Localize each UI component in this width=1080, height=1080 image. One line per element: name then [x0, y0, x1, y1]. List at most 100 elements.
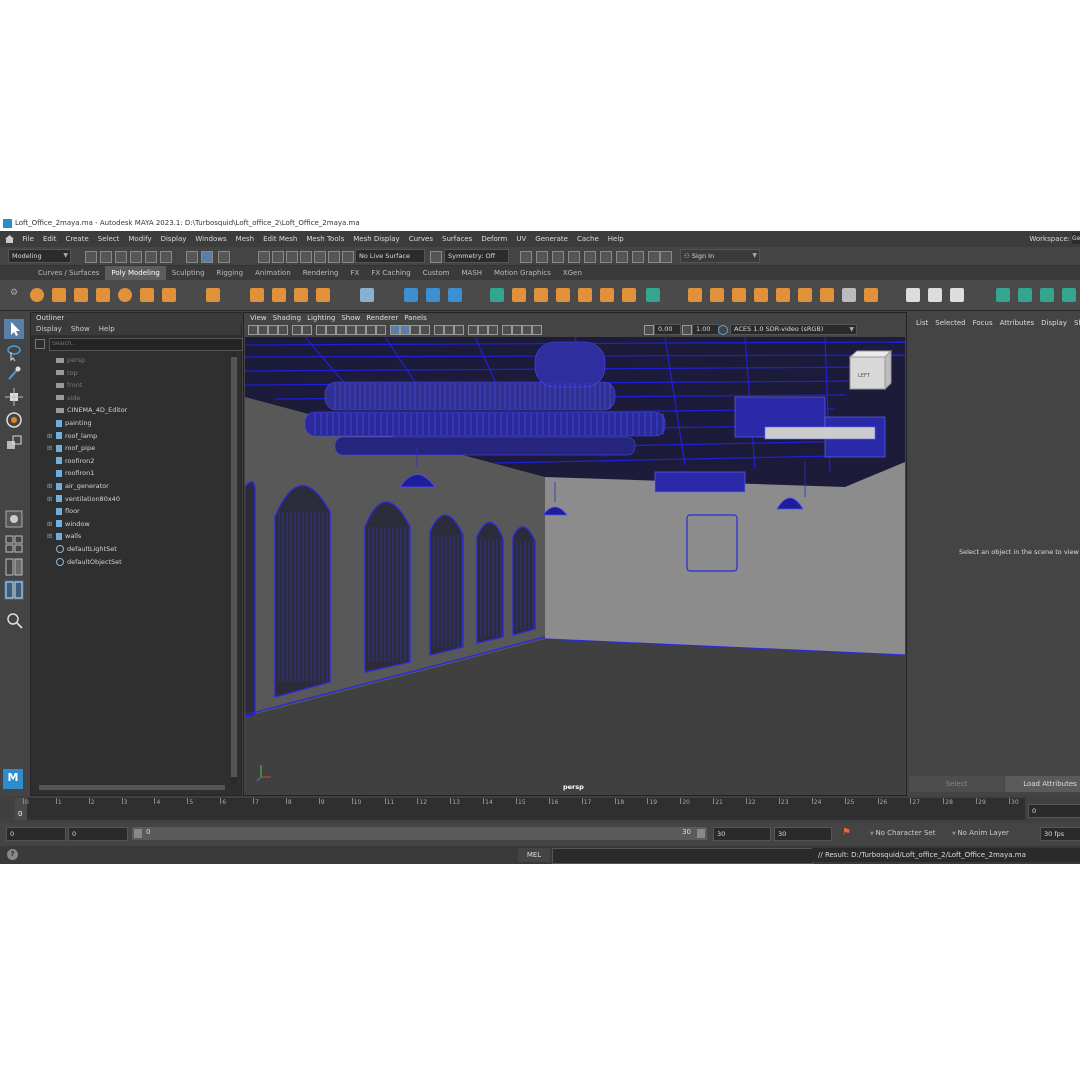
snap-grid-icon[interactable]: [258, 251, 270, 263]
expand-icon[interactable]: ⊞: [47, 430, 54, 442]
shelf-grid-icon[interactable]: [360, 288, 374, 302]
menu-mesh-tools[interactable]: Mesh Tools: [306, 235, 344, 243]
target-weld-icon[interactable]: [622, 288, 636, 302]
xray-icon[interactable]: [512, 325, 522, 335]
shelf-tab-animation[interactable]: Animation: [249, 266, 297, 280]
cone-icon[interactable]: [96, 288, 110, 302]
shelf-tab-rigging[interactable]: Rigging: [211, 266, 250, 280]
outliner-item[interactable]: persp: [47, 354, 85, 366]
outliner-item[interactable]: defaultObjectSet: [47, 556, 122, 568]
menu-surfaces[interactable]: Surfaces: [442, 235, 472, 243]
search-icon[interactable]: [4, 610, 24, 630]
outliner-item[interactable]: painting: [47, 417, 92, 429]
menu-windows[interactable]: Windows: [195, 235, 226, 243]
attribute-tab-sh[interactable]: Sh: [1074, 319, 1080, 327]
svg-icon[interactable]: [316, 288, 330, 302]
image-plane-icon[interactable]: [278, 325, 288, 335]
outliner-h-scrollbar[interactable]: [39, 785, 225, 790]
fps-dropdown[interactable]: 30 fps: [1040, 827, 1080, 841]
anim-layer-dropdown[interactable]: ▼ No Anim Layer: [952, 827, 1027, 839]
auto-key-icon[interactable]: ⚑: [842, 827, 854, 839]
color-space-dropdown[interactable]: ACES 1.0 SDR-video (sRGB) ▼: [730, 324, 857, 335]
command-input[interactable]: [552, 848, 814, 864]
sphere-icon[interactable]: [30, 288, 44, 302]
textured-icon[interactable]: [420, 325, 430, 335]
unfold-icon[interactable]: [1062, 288, 1076, 302]
sign-in-button[interactable]: ⚇ Sign In ▼: [680, 249, 760, 263]
exposure-icon[interactable]: [644, 325, 654, 335]
expand-icon[interactable]: ⊞: [47, 442, 54, 454]
resolution-gate-icon[interactable]: [336, 325, 346, 335]
viewport-menu-shading[interactable]: Shading: [273, 314, 301, 322]
outliner-item[interactable]: side: [47, 392, 80, 404]
viewport-menu-show[interactable]: Show: [341, 314, 360, 322]
symmetry-dropdown[interactable]: Symmetry: Off: [444, 249, 509, 263]
plane-icon[interactable]: [140, 288, 154, 302]
platonic-icon[interactable]: [206, 288, 220, 302]
grid-icon[interactable]: [316, 325, 326, 335]
gamma-field[interactable]: 1.00: [692, 324, 719, 335]
safe-action-icon[interactable]: [366, 325, 376, 335]
viewport-menu-view[interactable]: View: [250, 314, 267, 322]
outliner-menu-show[interactable]: Show: [71, 325, 90, 333]
smooth-icon[interactable]: [448, 288, 462, 302]
viewport-menu-renderer[interactable]: Renderer: [366, 314, 398, 322]
shelf-tab-fx-caching[interactable]: FX Caching: [365, 266, 416, 280]
expand-icon[interactable]: ⊞: [47, 530, 54, 542]
sweep-mesh-icon[interactable]: [250, 288, 264, 302]
menu-edit-mesh[interactable]: Edit Mesh: [263, 235, 297, 243]
outliner-item[interactable]: front: [47, 379, 82, 391]
uv-editor-icon[interactable]: [996, 288, 1010, 302]
current-frame-field[interactable]: 0: [1028, 804, 1080, 818]
menu-curves[interactable]: Curves: [409, 235, 433, 243]
outliner-layout-icon[interactable]: [4, 580, 24, 600]
planar-map-icon[interactable]: [1018, 288, 1032, 302]
ipr-render-icon[interactable]: [536, 251, 548, 263]
menu-deform[interactable]: Deform: [481, 235, 507, 243]
snap-point-icon[interactable]: [286, 251, 298, 263]
time-slider[interactable]: 0 0 1 2 3 4 5 6 7 8 9 10 11 12 13 14 15 16 17 18 19 20 21 22 23…: [0, 796, 1080, 823]
gamma-icon[interactable]: [682, 325, 692, 335]
shelf-tab-fx[interactable]: FX: [345, 266, 366, 280]
snap-surface-icon[interactable]: [314, 251, 326, 263]
multicut-icon[interactable]: [646, 288, 660, 302]
xray-joints-icon[interactable]: [522, 325, 532, 335]
safe-title-icon[interactable]: [376, 325, 386, 335]
menu-generate[interactable]: Generate: [535, 235, 568, 243]
playback-start-field[interactable]: 0: [68, 827, 128, 841]
menu-cache[interactable]: Cache: [577, 235, 599, 243]
camera-attributes-icon[interactable]: [258, 325, 268, 335]
color-management-icon[interactable]: [718, 325, 728, 335]
wedge-icon[interactable]: [776, 288, 790, 302]
motion-blur-icon[interactable]: [468, 325, 478, 335]
select-object-icon[interactable]: [201, 251, 213, 263]
pause-icon[interactable]: [648, 251, 660, 263]
cylinder-icon[interactable]: [74, 288, 88, 302]
load-attributes-button[interactable]: Load Attributes: [1005, 776, 1080, 792]
exposure-field[interactable]: 0.00: [654, 324, 681, 335]
outliner-item[interactable]: roofiron2: [47, 455, 94, 467]
outliner-item[interactable]: CINEMA_4D_Editor: [47, 404, 127, 416]
select-button[interactable]: Select: [909, 776, 1004, 792]
collapse-icon[interactable]: [820, 288, 834, 302]
character-set-dropdown[interactable]: ▼ No Character Set: [870, 827, 945, 839]
shelf-tab-mash[interactable]: MASH: [456, 266, 489, 280]
film-gate-icon[interactable]: [326, 325, 336, 335]
script-language-button[interactable]: MEL: [518, 848, 550, 862]
isolate-select-icon[interactable]: [502, 325, 512, 335]
single-view-icon[interactable]: [4, 509, 24, 529]
menu-modify[interactable]: Modify: [128, 235, 151, 243]
attribute-tab-selected[interactable]: Selected: [935, 319, 965, 327]
menu-file[interactable]: File: [22, 235, 34, 243]
menu-edit[interactable]: Edit: [43, 235, 57, 243]
expand-icon[interactable]: ⊞: [47, 518, 54, 530]
mode-dropdown[interactable]: Modeling ▼: [8, 249, 71, 263]
menu-uv[interactable]: UV: [516, 235, 526, 243]
undo-icon[interactable]: [130, 251, 142, 263]
construction-history-icon[interactable]: [342, 251, 354, 263]
bevel-icon[interactable]: [556, 288, 570, 302]
depth-of-field-icon[interactable]: [488, 325, 498, 335]
boolean-icon[interactable]: [490, 288, 504, 302]
select-camera-icon[interactable]: [248, 325, 258, 335]
redo-icon[interactable]: [145, 251, 157, 263]
